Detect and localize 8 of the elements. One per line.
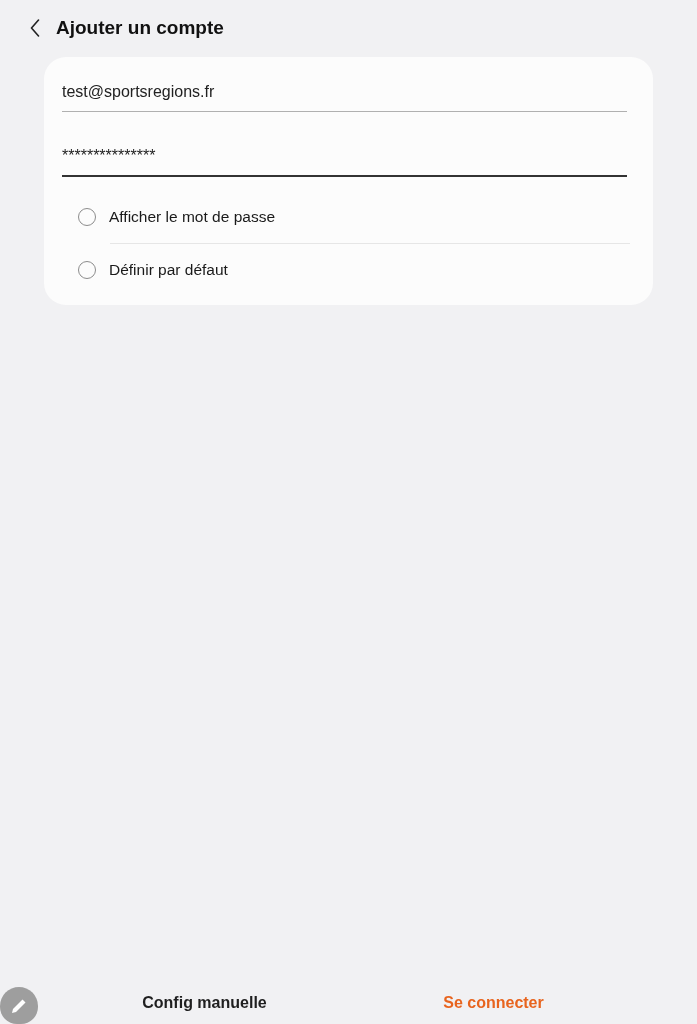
page-title: Ajouter un compte	[56, 17, 224, 39]
option-label: Définir par défaut	[109, 261, 228, 279]
back-icon	[30, 19, 40, 37]
option-label: Afficher le mot de passe	[109, 208, 275, 226]
manual-config-button[interactable]: Config manuelle	[132, 988, 277, 1018]
edit-fab-button[interactable]	[0, 987, 38, 1024]
password-field[interactable]: ***************	[62, 135, 627, 177]
email-field[interactable]: test@sportsregions.fr	[62, 71, 627, 112]
